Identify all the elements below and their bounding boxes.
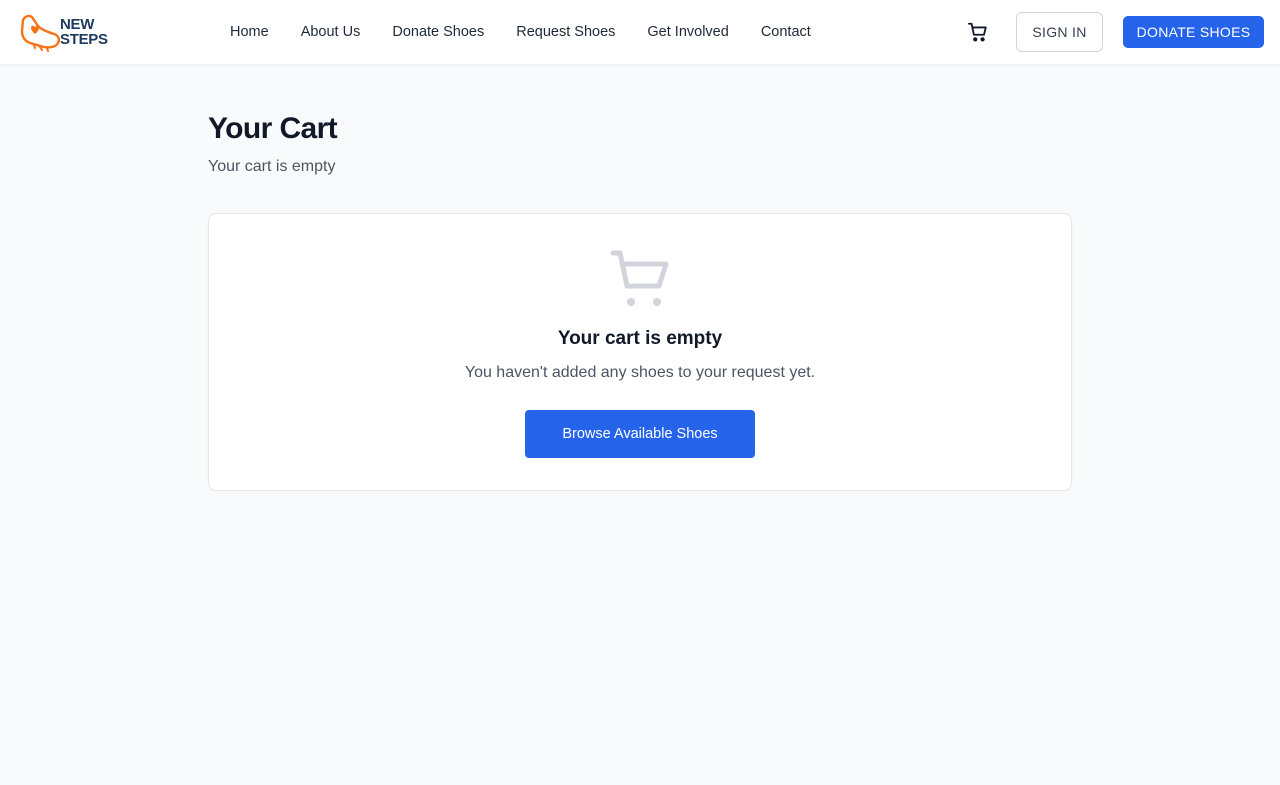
page-title: Your Cart [208,112,338,145]
nav-link-request-shoes[interactable]: Request Shoes [500,24,631,40]
brand-logo[interactable]: NEW STEPS [20,12,112,52]
shopping-cart-icon [610,250,669,306]
brand-line-2: STEPS [60,31,108,48]
cart-button[interactable] [962,16,994,48]
empty-state-title: Your cart is empty [557,328,723,349]
donate-shoes-button[interactable]: DONATE SHOES [1123,16,1264,48]
main-nav: Home About Us Donate Shoes Request Shoes… [214,0,827,64]
shopping-cart-icon [967,22,987,42]
browse-shoes-button[interactable]: Browse Available Shoes [525,410,755,458]
brand-wordmark: NEW STEPS [60,17,108,47]
nav-link-home[interactable]: Home [214,24,285,40]
brand-line-1: NEW [60,16,95,33]
nav-link-donate-shoes[interactable]: Donate Shoes [376,24,500,40]
empty-cart-card: Your cart is empty You haven't added any… [208,213,1072,491]
shoe-heart-icon [20,14,60,52]
nav-link-get-involved[interactable]: Get Involved [631,24,744,40]
nav-link-about-us[interactable]: About Us [285,24,377,40]
page-subtitle: Your cart is empty [208,158,336,175]
sign-in-button[interactable]: SIGN IN [1016,12,1103,52]
empty-state-description: You haven't added any shoes to your requ… [464,364,816,381]
nav-link-contact[interactable]: Contact [745,24,827,40]
top-navbar: NEW STEPS Home About Us Donate Shoes Req… [0,0,1280,64]
